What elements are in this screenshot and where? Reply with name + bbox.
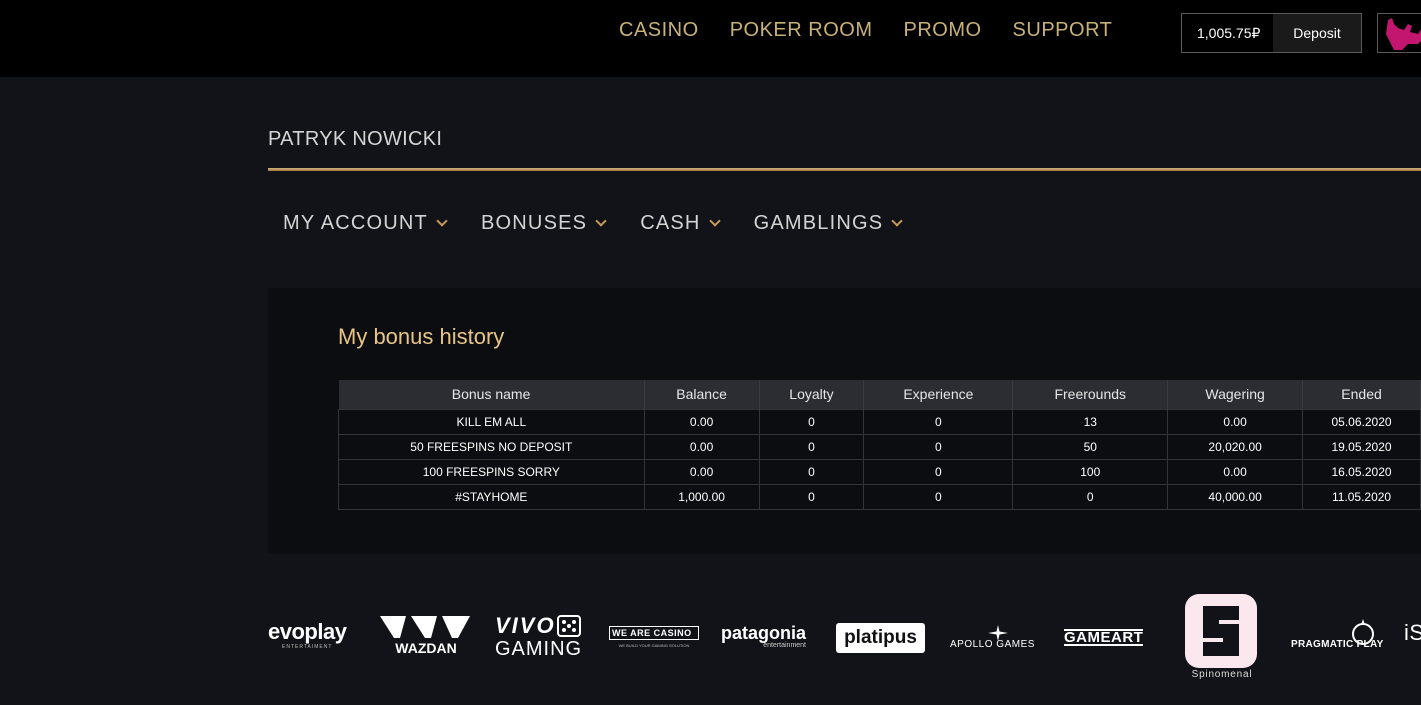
table-header-row: Bonus name Balance Loyalty Experience Fr…	[338, 380, 1421, 409]
subnav-label: CASH	[640, 212, 701, 234]
col-balance: Balance	[644, 380, 760, 409]
subnav-label: MY ACCOUNT	[283, 212, 428, 234]
bonus-history-table: Bonus name Balance Loyalty Experience Fr…	[338, 380, 1421, 510]
account-subnav: MY ACCOUNT BONUSES CASH GAMBLINGS	[283, 212, 936, 235]
isoftbet-logo-text: iS	[1404, 620, 1421, 645]
cell-loyalty: 0	[758, 433, 865, 460]
cell-freerounds: 0	[1012, 483, 1169, 510]
provider-apollo-games[interactable]: APOLLO GAMES	[950, 625, 1035, 650]
cell-ended: 19.05.2020	[1302, 433, 1421, 460]
cell-balance: 1,000.00	[643, 483, 760, 510]
cell-bonus-name: #STAYHOME	[338, 483, 645, 510]
spinomenal-logo-text: Spinomenal	[1191, 669, 1253, 680]
table-row: #STAYHOME 1,000.00 0 0 0 40,000.00 11.05…	[338, 483, 1421, 510]
cell-experience: 0	[863, 433, 1014, 460]
col-bonus-name: Bonus name	[338, 380, 645, 409]
dice-icon	[557, 615, 581, 637]
chevron-down-icon	[595, 214, 607, 227]
bonus-history-title: My bonus history	[338, 324, 505, 349]
pragmatic-badge-icon	[1352, 619, 1374, 645]
wazdan-logo-text: WAZDAN	[395, 640, 457, 656]
subnav-bonuses[interactable]: BONUSES	[480, 212, 607, 235]
provider-vivo-gaming[interactable]: VIVO GAMING	[495, 614, 587, 661]
star-icon	[988, 625, 1008, 641]
cell-ended: 11.05.2020	[1302, 483, 1421, 510]
subnav-label: BONUSES	[480, 212, 588, 234]
cell-wagering: 0.00	[1167, 458, 1304, 485]
col-experience: Experience	[863, 380, 1014, 409]
provider-isoftbet[interactable]: iS	[1404, 620, 1421, 646]
chevron-down-icon	[436, 214, 448, 227]
platipus-logo-text: platipus	[844, 627, 917, 648]
top-bar: CASINO POKER ROOM PROMO SUPPORT 1,005.75…	[0, 0, 1421, 77]
provider-pragmatic-play[interactable]: PRAGMATIC PLAY	[1291, 619, 1384, 650]
cell-freerounds: 13	[1012, 408, 1169, 435]
patagonia-logo-text: patagonia	[721, 623, 807, 643]
cell-wagering: 20,020.00	[1167, 433, 1304, 460]
wearecasino-logo-text: WE ARE CASINO	[609, 626, 699, 640]
provider-evoplay[interactable]: evoplay ENTERTAIMENT	[268, 619, 347, 651]
spinomenal-logo-icon	[1185, 594, 1257, 668]
col-loyalty: Loyalty	[759, 380, 865, 409]
cell-balance: 0.00	[643, 408, 760, 435]
table-row: KILL EM ALL 0.00 0 0 13 0.00 05.06.2020	[338, 408, 1421, 435]
cell-loyalty: 0	[758, 408, 865, 435]
provider-wazdan[interactable]: WAZDAN	[380, 616, 472, 656]
cell-experience: 0	[863, 408, 1014, 435]
cell-experience: 0	[863, 458, 1014, 485]
provider-spinomenal[interactable]: Spinomenal	[1185, 594, 1259, 680]
cell-bonus-name: KILL EM ALL	[338, 408, 645, 435]
cell-loyalty: 0	[758, 458, 865, 485]
cell-loyalty: 0	[758, 483, 865, 510]
table-row: 100 FREESPINS SORRY 0.00 0 0 100 0.00 16…	[338, 458, 1421, 485]
avatar[interactable]	[1377, 13, 1421, 53]
wallet-widget: 1,005.75₽ Deposit	[1181, 13, 1362, 53]
cell-balance: 0.00	[643, 458, 760, 485]
provider-logos: evoplay ENTERTAIMENT WAZDAN VIVO GAMING …	[268, 594, 1421, 684]
wearecasino-logo-sub: WE BUILD YOUR GAMING SOLUTION	[618, 643, 690, 648]
subnav-label: GAMBLINGS	[753, 212, 884, 234]
deposit-button[interactable]: Deposit	[1273, 14, 1361, 52]
cell-bonus-name: 50 FREESPINS NO DEPOSIT	[338, 433, 645, 460]
patagonia-logo-sub: entertainment	[763, 642, 807, 649]
profile-name: PATRYK NOWICKI	[268, 128, 443, 150]
provider-we-are-casino[interactable]: WE ARE CASINO WE BUILD YOUR GAMING SOLUT…	[609, 626, 699, 648]
cell-wagering: 0.00	[1167, 408, 1304, 435]
main-nav: CASINO POKER ROOM PROMO SUPPORT	[619, 18, 1143, 42]
nav-casino[interactable]: CASINO	[619, 18, 699, 42]
cell-experience: 0	[863, 483, 1014, 510]
cell-balance: 0.00	[643, 433, 760, 460]
chevron-down-icon	[891, 214, 903, 227]
subnav-cash[interactable]: CASH	[640, 212, 721, 235]
cell-freerounds: 50	[1012, 433, 1169, 460]
col-freerounds: Freerounds	[1012, 380, 1169, 409]
col-ended: Ended	[1302, 380, 1421, 409]
gameart-logo-text: GAMEART	[1064, 629, 1144, 646]
profile-divider	[268, 168, 1421, 171]
cell-bonus-name: 100 FREESPINS SORRY	[338, 458, 645, 485]
chevron-down-icon	[708, 214, 721, 227]
provider-gameart[interactable]: GAMEART	[1064, 629, 1144, 646]
bonus-history-panel: My bonus history Bonus name Balance Loya…	[268, 288, 1421, 554]
nav-poker-room[interactable]: POKER ROOM	[730, 18, 873, 42]
nav-support[interactable]: SUPPORT	[1013, 18, 1113, 42]
subnav-gamblings[interactable]: GAMBLINGS	[753, 212, 903, 235]
wazdan-mark-icon	[380, 616, 470, 638]
balance-amount: 1,005.75₽	[1197, 24, 1261, 41]
evoplay-logo-sub: ENTERTAIMENT	[282, 644, 333, 650]
subnav-my-account[interactable]: MY ACCOUNT	[283, 212, 448, 235]
vivo-logo-bottom: GAMING	[495, 638, 583, 660]
provider-patagonia[interactable]: patagonia entertainment	[721, 624, 806, 649]
cell-ended: 05.06.2020	[1302, 408, 1421, 435]
evoplay-logo-text: evoplay	[268, 619, 347, 644]
cell-ended: 16.05.2020	[1302, 458, 1421, 485]
cat-avatar-icon	[1386, 18, 1421, 50]
nav-promo[interactable]: PROMO	[903, 18, 981, 42]
cell-wagering: 40,000.00	[1167, 483, 1304, 510]
provider-platipus[interactable]: platipus	[836, 623, 925, 653]
table-row: 50 FREESPINS NO DEPOSIT 0.00 0 0 50 20,0…	[338, 433, 1421, 460]
cell-freerounds: 100	[1012, 458, 1169, 485]
col-wagering: Wagering	[1167, 380, 1304, 409]
